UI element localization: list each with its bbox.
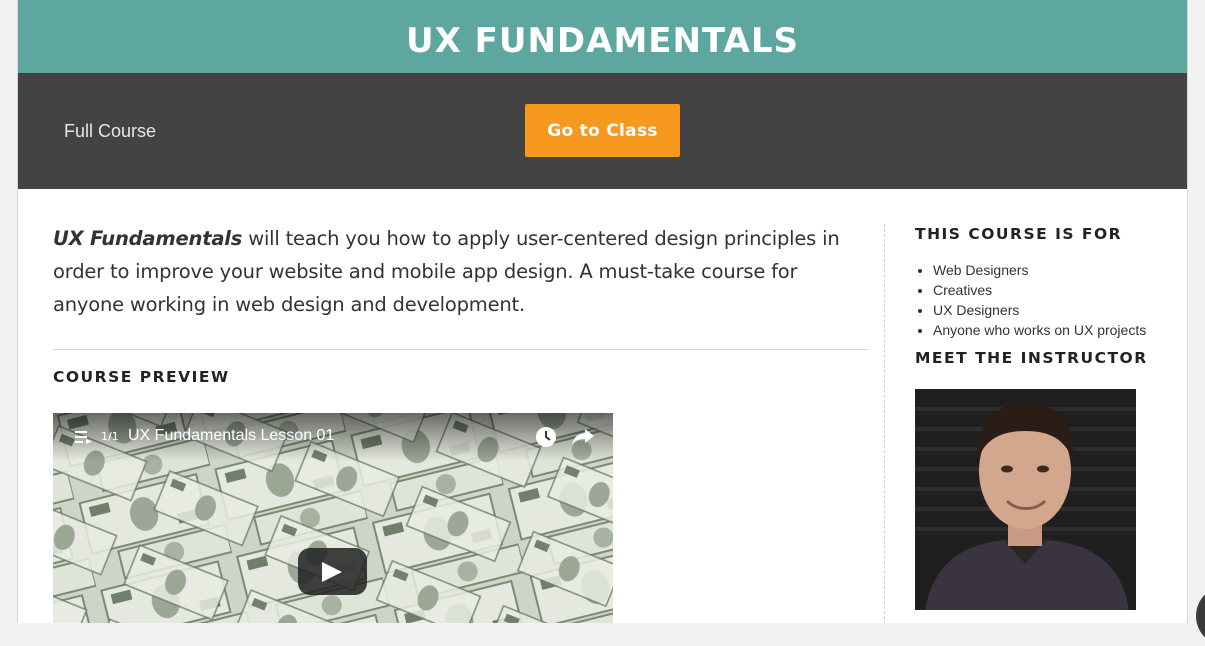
audience-list: Web Designers Creatives UX Designers Any…: [915, 260, 1155, 340]
intro-paragraph: UX Fundamentals will teach you how to ap…: [53, 222, 869, 321]
watch-later-icon[interactable]: [535, 426, 557, 448]
column-divider: [884, 224, 885, 623]
video-title[interactable]: UX Fundamentals Lesson 01: [128, 427, 334, 445]
course-title: UX FUNDAMENTALS: [405, 21, 800, 61]
list-item: Web Designers: [933, 260, 1155, 280]
play-icon: [322, 562, 342, 582]
course-page: UX FUNDAMENTALS Full Course Go to Class …: [17, 0, 1188, 623]
audience-heading: THIS COURSE IS FOR: [915, 225, 1123, 243]
play-button[interactable]: [298, 548, 367, 595]
list-item: Creatives: [933, 280, 1155, 300]
course-description: UX Fundamentals will teach you how to ap…: [53, 222, 869, 321]
section-divider: [53, 349, 869, 350]
playlist-count: 1/1: [101, 430, 119, 443]
course-action-bar: Full Course Go to Class: [18, 73, 1187, 189]
video-player[interactable]: 1/1 UX Fundamentals Lesson 01: [53, 413, 613, 623]
course-preview-heading: COURSE PREVIEW: [53, 368, 230, 386]
instructor-heading: MEET THE INSTRUCTOR: [915, 349, 1148, 367]
course-name: UX Fundamentals: [53, 227, 243, 250]
go-to-class-button[interactable]: Go to Class: [525, 104, 680, 157]
sidebar: THIS COURSE IS FOR Web Designers Creativ…: [915, 224, 1155, 610]
list-item: UX Designers: [933, 300, 1155, 320]
instructor-photo: [915, 389, 1136, 610]
title-bar: UX FUNDAMENTALS: [18, 0, 1187, 73]
floating-chat-button[interactable]: [1196, 586, 1205, 646]
full-course-label: Full Course: [64, 121, 157, 141]
list-item: Anyone who works on UX projects: [933, 320, 1155, 340]
playlist-icon[interactable]: [75, 430, 93, 444]
share-icon[interactable]: [571, 427, 595, 447]
